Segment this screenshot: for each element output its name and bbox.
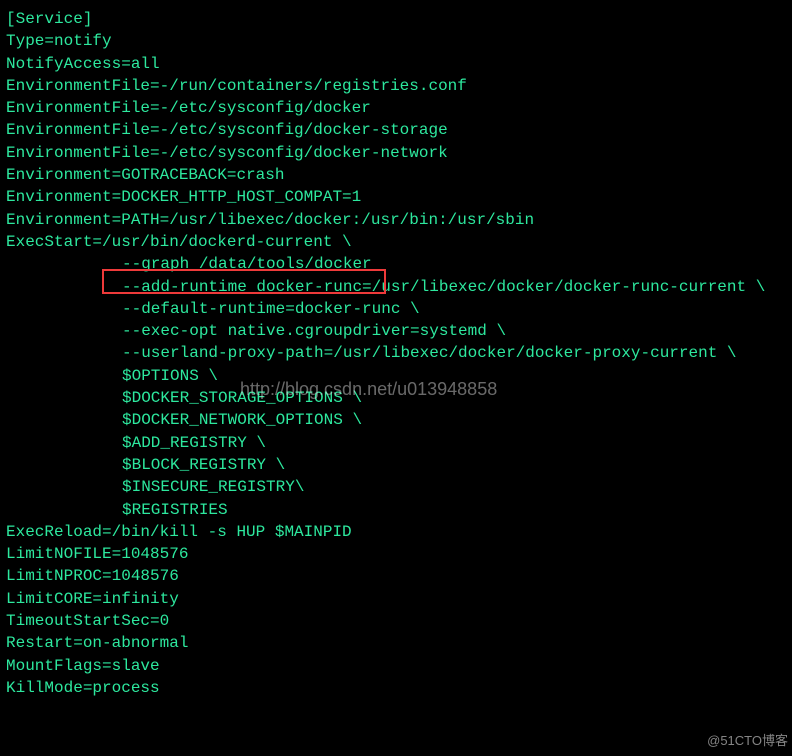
config-line: Environment=PATH=/usr/libexec/docker:/us… [6, 209, 786, 231]
config-line: [Service] [6, 8, 786, 30]
config-line: MountFlags=slave [6, 655, 786, 677]
config-line: EnvironmentFile=-/etc/sysconfig/docker-s… [6, 119, 786, 141]
config-line: EnvironmentFile=-/etc/sysconfig/docker-n… [6, 142, 786, 164]
config-line: LimitNOFILE=1048576 [6, 543, 786, 565]
config-line: $OPTIONS \ [6, 365, 786, 387]
config-line: LimitNPROC=1048576 [6, 565, 786, 587]
config-line: ExecStart=/usr/bin/dockerd-current \ [6, 231, 786, 253]
config-line: EnvironmentFile=-/etc/sysconfig/docker [6, 97, 786, 119]
config-line: $INSECURE_REGISTRY\ [6, 476, 786, 498]
config-line: NotifyAccess=all [6, 53, 786, 75]
config-line: Environment=DOCKER_HTTP_HOST_COMPAT=1 [6, 186, 786, 208]
config-line: $REGISTRIES [6, 499, 786, 521]
config-line: EnvironmentFile=-/run/containers/registr… [6, 75, 786, 97]
config-line: --exec-opt native.cgroupdriver=systemd \ [6, 320, 786, 342]
config-line: $DOCKER_STORAGE_OPTIONS \ [6, 387, 786, 409]
config-line: --add-runtime docker-runc=/usr/libexec/d… [6, 276, 786, 298]
config-line: --userland-proxy-path=/usr/libexec/docke… [6, 342, 786, 364]
config-line: $DOCKER_NETWORK_OPTIONS \ [6, 409, 786, 431]
config-line: KillMode=process [6, 677, 786, 699]
config-line: $ADD_REGISTRY \ [6, 432, 786, 454]
highlighted-graph-line: --graph /data/tools/docker [6, 253, 786, 275]
config-line: Environment=GOTRACEBACK=crash [6, 164, 786, 186]
watermark-51cto: @51CTO博客 [707, 730, 788, 752]
config-line: $BLOCK_REGISTRY \ [6, 454, 786, 476]
config-line: --default-runtime=docker-runc \ [6, 298, 786, 320]
config-line: Type=notify [6, 30, 786, 52]
config-line: ExecReload=/bin/kill -s HUP $MAINPID [6, 521, 786, 543]
config-line: TimeoutStartSec=0 [6, 610, 786, 632]
config-line: LimitCORE=infinity [6, 588, 786, 610]
config-line: Restart=on-abnormal [6, 632, 786, 654]
